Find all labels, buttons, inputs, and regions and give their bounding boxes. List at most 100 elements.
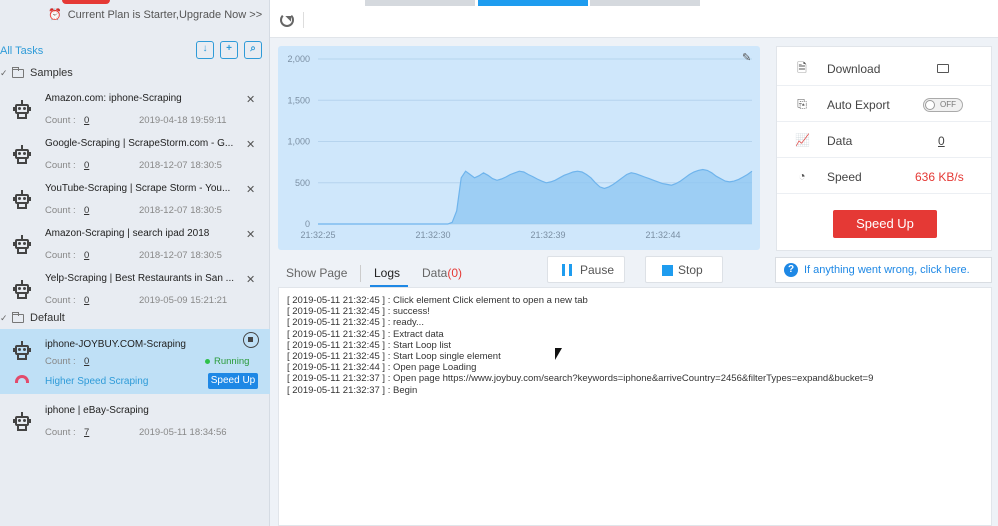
task-date: 2019-05-09 15:21:21 xyxy=(139,295,228,306)
import-task-icon[interactable]: ↓ xyxy=(196,41,214,59)
all-tasks-label[interactable]: All Tasks xyxy=(0,45,43,57)
task-count[interactable]: 0 xyxy=(84,356,89,367)
task-count[interactable]: 0 xyxy=(84,205,89,216)
stop-task-icon[interactable] xyxy=(243,332,259,348)
auto-export-toggle[interactable]: OFF xyxy=(923,98,963,112)
speed-value: 636 KB/s xyxy=(915,170,964,184)
search-task-icon[interactable]: ⌕ xyxy=(244,41,262,59)
stats-panel: 🗎 Download ⎘ Auto Export OFF 📈 Data 0 ◔ … xyxy=(776,46,992,251)
stop-button[interactable]: Stop xyxy=(645,256,723,283)
task-item[interactable]: Amazon-Scraping | search ipad 2018 Count… xyxy=(0,223,270,268)
pause-label: Pause xyxy=(580,263,615,277)
log-line: [ 2019-05-11 21:32:45 ] : Start Loop sin… xyxy=(287,351,501,363)
new-task-icon[interactable]: + xyxy=(220,41,238,59)
speed-label: Speed xyxy=(827,170,862,184)
pause-icon xyxy=(562,264,572,276)
task-count-label: Count : xyxy=(45,205,76,216)
status-running: Running xyxy=(204,356,250,367)
plan-upgrade-link[interactable]: ⏰ Current Plan is Starter,Upgrade Now >> xyxy=(48,8,262,21)
plan-badge xyxy=(62,0,110,4)
chevron-down-icon: ✓ xyxy=(0,313,8,323)
robot-icon xyxy=(13,280,31,300)
task-title: Amazon-Scraping | search ipad 2018 xyxy=(45,228,210,239)
log-panel[interactable]: [ 2019-05-11 21:32:45 ] : Click element … xyxy=(278,287,992,526)
speed-up-button[interactable]: Speed Up xyxy=(833,210,937,238)
download-row[interactable]: 🗎 Download xyxy=(777,50,991,86)
speed-row: ◔ Speed 636 KB/s xyxy=(777,158,991,194)
tab-logs[interactable]: Logs xyxy=(374,266,400,280)
task-count-label: Count : xyxy=(45,115,76,126)
task-count[interactable]: 0 xyxy=(84,250,89,261)
window-tab[interactable] xyxy=(590,0,700,6)
task-item[interactable]: iphone | eBay-Scraping Count : 7 2019-05… xyxy=(0,400,270,445)
toggle-knob xyxy=(925,100,935,110)
task-date: 2018-12-07 18:30:5 xyxy=(139,205,222,216)
task-item[interactable]: Yelp-Scraping | Best Restaurants in San … xyxy=(0,268,270,313)
tab-show-page[interactable]: Show Page xyxy=(286,266,347,280)
speedometer-icon: ◔ xyxy=(798,169,806,183)
log-line: [ 2019-05-11 21:32:37 ] : Begin xyxy=(287,384,418,396)
task-count-label: Count : xyxy=(45,295,76,306)
robot-icon xyxy=(13,235,31,255)
help-text: If anything went wrong, click here. xyxy=(804,264,970,276)
toggle-state: OFF xyxy=(940,100,956,109)
data-row: 📈 Data 0 xyxy=(777,122,991,158)
y-tick-label: 500 xyxy=(295,178,310,188)
divider xyxy=(303,12,304,28)
tab-data[interactable]: Data(0) xyxy=(422,266,462,280)
export-icon: ⎘ xyxy=(797,97,807,111)
stop-label: Stop xyxy=(678,263,703,277)
close-icon[interactable]: ✕ xyxy=(246,273,255,286)
log-line: [ 2019-05-11 21:32:37 ] : Open page http… xyxy=(287,373,874,385)
group-samples[interactable]: ✓ Samples xyxy=(0,66,270,84)
refresh-icon[interactable] xyxy=(280,13,294,27)
all-tasks-header: All Tasks ↓ + ⌕ xyxy=(0,40,270,62)
task-count[interactable]: 0 xyxy=(84,295,89,306)
task-count[interactable]: 7 xyxy=(84,427,89,438)
close-icon[interactable]: ✕ xyxy=(246,93,255,106)
task-item[interactable]: YouTube-Scraping | Scrape Storm - You...… xyxy=(0,178,270,223)
task-item[interactable]: Amazon.com: iphone-Scraping Count : 0 20… xyxy=(0,88,270,133)
close-icon[interactable]: ✕ xyxy=(246,228,255,241)
close-icon[interactable]: ✕ xyxy=(246,183,255,196)
y-tick-label: 1,500 xyxy=(287,95,310,105)
y-tick-label: 0 xyxy=(305,219,310,229)
task-date: 2019-04-18 19:59:11 xyxy=(139,115,227,126)
edit-icon[interactable]: ✎ xyxy=(742,51,751,64)
folder-icon[interactable] xyxy=(937,64,949,73)
log-line: [ 2019-05-11 21:32:45 ] : success! xyxy=(287,306,430,318)
task-title: iphone-JOYBUY.COM-Scraping xyxy=(45,339,186,350)
data-label: Data xyxy=(827,134,853,148)
download-file-icon: 🗎 xyxy=(797,61,807,75)
task-item-active[interactable]: iphone-JOYBUY.COM-Scraping Count : 0 Run… xyxy=(0,329,270,394)
stop-icon xyxy=(662,265,673,276)
x-tick-label: 21:32:44 xyxy=(645,230,680,240)
plan-bar[interactable]: ⏰ Current Plan is Starter,Upgrade Now >> xyxy=(0,0,270,30)
speed-chart-svg: 2,000 1,500 1,000 500 021:32:25 21:32:30 21:32… xyxy=(287,54,753,240)
download-label: Download xyxy=(827,62,881,76)
task-count[interactable]: 0 xyxy=(84,160,89,171)
close-icon[interactable]: ✕ xyxy=(246,138,255,151)
chevron-down-icon: ✓ xyxy=(0,68,8,78)
task-toolbar: ↓ + ⌕ xyxy=(196,41,262,59)
task-title: YouTube-Scraping | Scrape Storm - You... xyxy=(45,183,231,194)
task-count-label: Count : xyxy=(45,427,76,438)
folder-icon xyxy=(12,67,24,78)
task-count-label: Count : xyxy=(45,250,76,261)
task-count-label: Count : xyxy=(45,160,76,171)
group-default[interactable]: ✓ Default xyxy=(0,311,270,329)
alarm-clock-icon: ⏰ xyxy=(48,9,62,21)
speed-up-button-small[interactable]: Speed Up xyxy=(208,373,258,389)
folder-icon xyxy=(12,312,24,323)
pause-button[interactable]: Pause xyxy=(547,256,625,283)
help-link[interactable]: ? If anything went wrong, click here. xyxy=(775,257,992,283)
window-tab[interactable] xyxy=(365,0,475,6)
log-line: [ 2019-05-11 21:32:45 ] : Extract data xyxy=(287,328,444,340)
x-tick-label: 21:32:25 xyxy=(300,230,335,240)
window-tab-active[interactable] xyxy=(478,0,588,6)
task-item[interactable]: Google-Scraping | ScrapeStorm.com - G...… xyxy=(0,133,270,178)
data-count[interactable]: 0 xyxy=(938,134,945,148)
task-count-label: Count : xyxy=(45,356,76,367)
mouse-cursor xyxy=(555,348,562,360)
task-count[interactable]: 0 xyxy=(84,115,89,126)
